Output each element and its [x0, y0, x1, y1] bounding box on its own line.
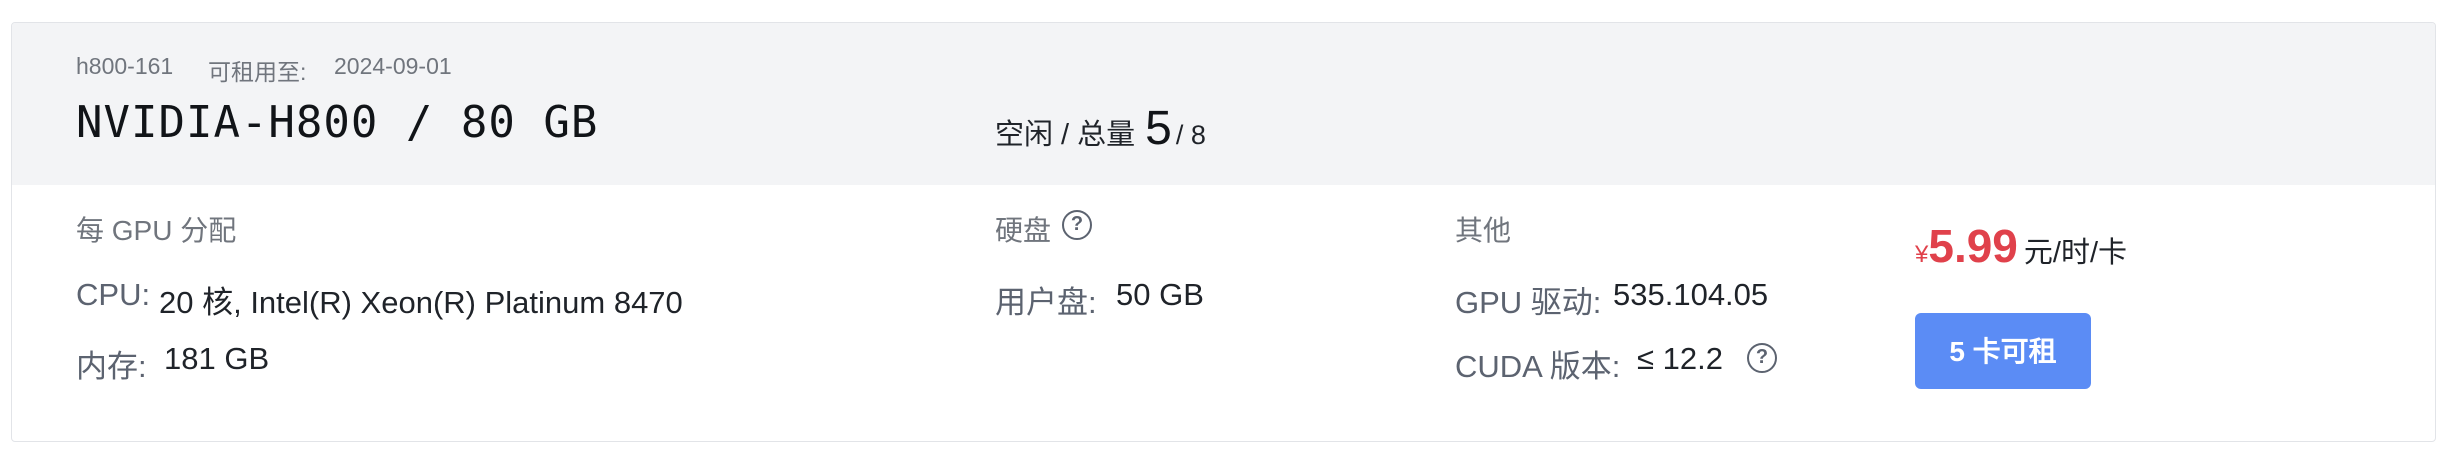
total-count: / 8: [1175, 120, 1206, 150]
idle-total-count: 空闲 / 总量 5/ 8: [995, 101, 1206, 161]
per-gpu-title: 每 GPU 分配: [76, 215, 237, 246]
price-unit: 元/时/卡: [2023, 237, 2128, 269]
memory-value: 181 GB: [164, 341, 270, 376]
available-until-label: 可租用至:: [208, 59, 307, 85]
cpu-value: 20 核, Intel(R) Xeon(R) Platinum 8470: [159, 285, 683, 320]
memory-label: 内存:: [76, 349, 147, 384]
cpu-label: CPU:: [76, 277, 151, 312]
user-disk-value: 50 GB: [1116, 277, 1204, 312]
price-block: ¥5.99 元/时/卡: [1915, 219, 2127, 273]
idle-count: 5: [1145, 102, 1172, 155]
question-circle-icon[interactable]: ?: [1062, 210, 1092, 240]
currency-symbol: ¥: [1915, 241, 1929, 268]
other-title: 其他: [1455, 215, 1512, 246]
rent-button[interactable]: 5 卡可租: [1915, 313, 2091, 389]
gpu-model-title: NVIDIA-H800 / 80 GB: [76, 97, 599, 148]
cuda-version-value: ≤ 12.2: [1637, 341, 1723, 376]
gpu-driver-value: 535.104.05: [1613, 277, 1769, 312]
gpu-driver-label: GPU 驱动:: [1455, 285, 1602, 320]
price-value: 5.99: [1928, 220, 2018, 272]
available-until-date: 2024-09-01: [334, 53, 452, 79]
gpu-instance-card: h800-161 可租用至: 2024-09-01 NVIDIA-H800 / …: [11, 22, 2436, 442]
card-header: h800-161 可租用至: 2024-09-01 NVIDIA-H800 / …: [12, 23, 2435, 185]
question-circle-icon[interactable]: ?: [1747, 343, 1777, 373]
instance-id: h800-161: [76, 53, 174, 79]
cuda-version-label: CUDA 版本:: [1455, 349, 1621, 384]
disk-title: 硬盘: [995, 215, 1052, 246]
idle-total-label: 空闲 / 总量: [995, 119, 1136, 151]
user-disk-label: 用户盘:: [995, 285, 1097, 320]
